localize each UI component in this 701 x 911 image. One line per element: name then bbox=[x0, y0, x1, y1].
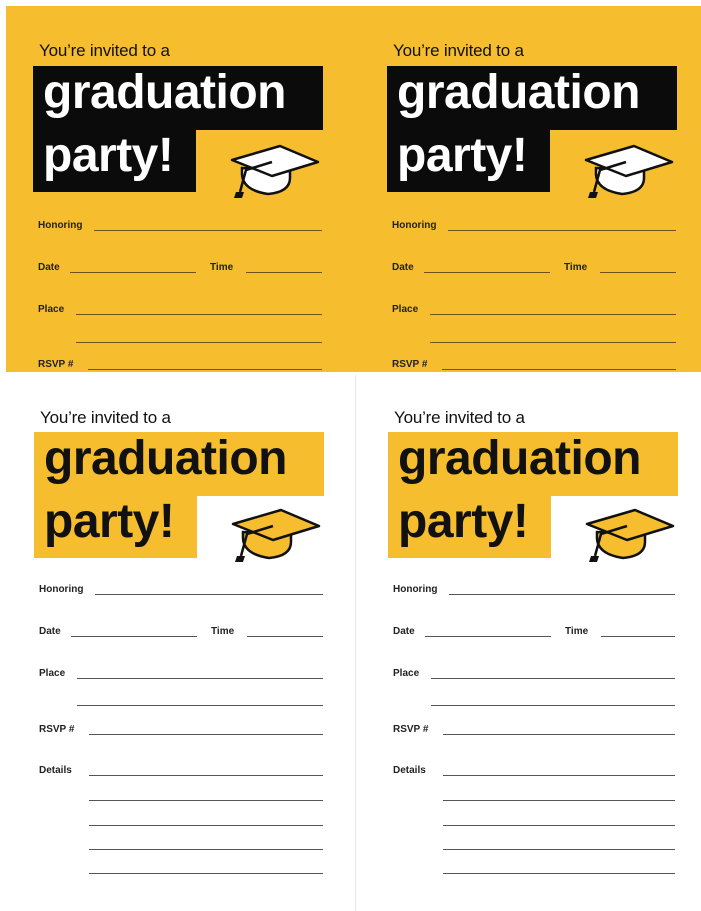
field-label-honoring: Honoring bbox=[39, 584, 84, 595]
rsvp-line bbox=[89, 734, 323, 735]
headline-party: party! bbox=[34, 496, 197, 558]
date-line bbox=[70, 272, 196, 273]
details-line-4 bbox=[89, 849, 323, 850]
date-line bbox=[425, 636, 551, 637]
honoring-line bbox=[449, 594, 675, 595]
place-line-2 bbox=[430, 342, 676, 343]
field-label-time: Time bbox=[210, 262, 234, 273]
field-label-honoring: Honoring bbox=[393, 584, 438, 595]
details-line-3 bbox=[443, 825, 675, 826]
time-line bbox=[600, 272, 676, 273]
graduation-cap-icon bbox=[230, 144, 320, 198]
invitation-card-white-2: You’re invited to a graduation party! Ho… bbox=[356, 372, 701, 911]
time-line bbox=[247, 636, 323, 637]
graduation-cap-icon bbox=[584, 144, 674, 198]
field-label-place: Place bbox=[39, 668, 66, 679]
honoring-line bbox=[448, 230, 676, 231]
details-line-2 bbox=[443, 800, 675, 801]
invitation-card-yellow-2: You’re invited to a graduation party! Ho… bbox=[353, 6, 701, 372]
field-label-date: Date bbox=[38, 262, 60, 273]
field-label-details: Details bbox=[393, 765, 426, 776]
field-label-place: Place bbox=[392, 304, 419, 315]
field-label-date: Date bbox=[393, 626, 415, 637]
headline-graduation: graduation bbox=[33, 66, 323, 130]
field-label-date: Date bbox=[39, 626, 61, 637]
graduation-cap-icon bbox=[585, 508, 675, 562]
card-divider bbox=[355, 375, 356, 911]
place-line-2 bbox=[77, 705, 323, 706]
field-label-rsvp: RSVP # bbox=[39, 724, 75, 735]
honoring-line bbox=[94, 230, 322, 231]
invitation-card-white-1: You’re invited to a graduation party! Ho… bbox=[0, 372, 354, 911]
field-label-honoring: Honoring bbox=[392, 220, 437, 231]
place-line bbox=[77, 678, 323, 679]
details-line-5 bbox=[89, 873, 323, 874]
headline-party: party! bbox=[33, 130, 196, 192]
place-line bbox=[430, 314, 676, 315]
field-label-details: Details bbox=[39, 765, 72, 776]
rsvp-line bbox=[442, 369, 676, 370]
headline-graduation: graduation bbox=[34, 432, 324, 496]
honoring-line bbox=[95, 594, 323, 595]
field-label-time: Time bbox=[564, 262, 588, 273]
time-line bbox=[246, 272, 322, 273]
field-label-time: Time bbox=[565, 626, 589, 637]
date-line bbox=[424, 272, 550, 273]
intro-text: You’re invited to a bbox=[394, 408, 525, 427]
intro-text: You’re invited to a bbox=[40, 408, 171, 427]
place-line-2 bbox=[431, 705, 675, 706]
time-line bbox=[601, 636, 675, 637]
field-label-honoring: Honoring bbox=[38, 220, 83, 231]
headline-graduation: graduation bbox=[388, 432, 678, 496]
field-label-rsvp: RSVP # bbox=[393, 724, 429, 735]
field-label-time: Time bbox=[211, 626, 235, 637]
headline-party: party! bbox=[388, 496, 551, 558]
place-line bbox=[431, 678, 675, 679]
headline-graduation: graduation bbox=[387, 66, 677, 130]
field-label-rsvp: RSVP # bbox=[392, 359, 428, 370]
invitation-card-yellow-1: You’re invited to a graduation party! Ho… bbox=[6, 6, 353, 372]
details-line-2 bbox=[89, 800, 323, 801]
details-line-5 bbox=[443, 873, 675, 874]
details-line-1 bbox=[443, 775, 675, 776]
rsvp-line bbox=[443, 734, 675, 735]
field-label-rsvp: RSVP # bbox=[38, 359, 74, 370]
field-label-date: Date bbox=[392, 262, 414, 273]
graduation-cap-icon bbox=[231, 508, 321, 562]
details-line-1 bbox=[89, 775, 323, 776]
intro-text: You’re invited to a bbox=[39, 41, 170, 60]
details-line-3 bbox=[89, 825, 323, 826]
date-line bbox=[71, 636, 197, 637]
headline-party: party! bbox=[387, 130, 550, 192]
details-line-4 bbox=[443, 849, 675, 850]
rsvp-line bbox=[88, 369, 322, 370]
place-line-2 bbox=[76, 342, 322, 343]
field-label-place: Place bbox=[38, 304, 65, 315]
place-line bbox=[76, 314, 322, 315]
field-label-place: Place bbox=[393, 668, 420, 679]
intro-text: You’re invited to a bbox=[393, 41, 524, 60]
